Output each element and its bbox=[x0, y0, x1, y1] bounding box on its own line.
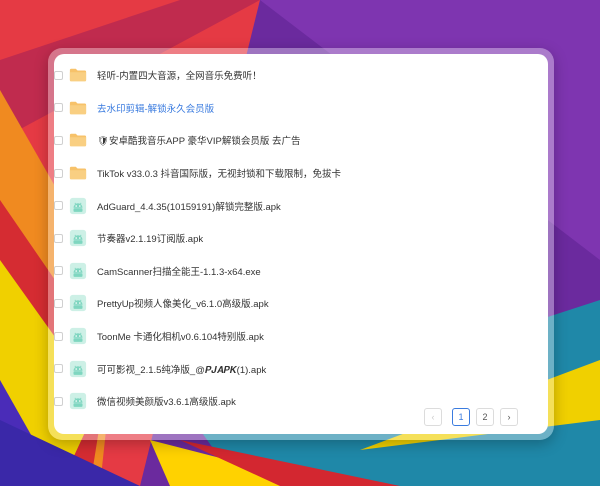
android-apk-icon bbox=[69, 295, 87, 312]
android-apk-icon bbox=[69, 197, 87, 214]
file-row[interactable]: AdGuard_4.4.35(10159191)解锁完整版.apk bbox=[54, 189, 548, 222]
android-apk-icon bbox=[69, 360, 87, 377]
folder-icon bbox=[69, 101, 87, 115]
file-name[interactable]: 节奏器v2.1.19订阅版.apk bbox=[97, 231, 203, 245]
file-row[interactable]: 轻听-内置四大音源，全网音乐免费听！ bbox=[54, 59, 548, 92]
row-checkbox[interactable] bbox=[54, 103, 63, 113]
file-list: 轻听-内置四大音源，全网音乐免费听！ 去水印剪辑-解锁永久会员版 🛡安卓酷我音乐AP… bbox=[54, 59, 548, 418]
row-checkbox[interactable] bbox=[54, 396, 63, 406]
file-name[interactable]: TikTok v33.0.3 抖音国际版，无视封锁和下载限制，免拔卡 bbox=[97, 166, 341, 180]
folder-icon bbox=[69, 166, 87, 180]
file-name[interactable]: ToonMe 卡通化相机v0.6.104特别版.apk bbox=[97, 329, 264, 343]
row-checkbox[interactable] bbox=[54, 135, 63, 145]
file-row[interactable]: CamScanner扫描全能王-1.1.3-x64.exe bbox=[54, 255, 548, 288]
row-checkbox[interactable] bbox=[54, 266, 63, 276]
android-apk-icon bbox=[69, 393, 87, 410]
row-checkbox[interactable] bbox=[54, 168, 63, 178]
pagination: ‹ 1 2 › bbox=[424, 408, 548, 428]
page-2-button[interactable]: 2 bbox=[476, 408, 494, 426]
row-checkbox[interactable] bbox=[54, 364, 63, 374]
file-name[interactable]: PrettyUp视频人像美化_v6.1.0高级版.apk bbox=[97, 296, 269, 310]
file-name[interactable]: 去水印剪辑-解锁永久会员版 bbox=[97, 101, 214, 115]
page-1-button[interactable]: 1 bbox=[452, 408, 470, 426]
android-apk-icon bbox=[69, 327, 87, 345]
file-row[interactable]: 去水印剪辑-解锁永久会员版 bbox=[54, 92, 548, 125]
file-list-panel: 轻听-内置四大音源，全网音乐免费听！ 去水印剪辑-解锁永久会员版 🛡安卓酷我音乐AP… bbox=[54, 54, 548, 434]
row-checkbox[interactable] bbox=[54, 233, 63, 243]
android-apk-icon bbox=[69, 230, 87, 247]
row-checkbox[interactable] bbox=[54, 298, 63, 308]
file-row[interactable]: 可可影视_2.1.5纯净版_@𝑷𝑱𝑨𝑷𝑲(1).apk bbox=[54, 352, 548, 385]
file-row[interactable]: TikTok v33.0.3 抖音国际版，无视封锁和下载限制，免拔卡 bbox=[54, 157, 548, 190]
row-checkbox[interactable] bbox=[54, 331, 63, 341]
file-row[interactable]: 🛡安卓酷我音乐APP 豪华VIP解锁会员版 去广告 bbox=[54, 124, 548, 157]
folder-icon bbox=[69, 68, 87, 82]
android-apk-icon bbox=[69, 262, 87, 279]
folder-icon bbox=[69, 134, 87, 147]
file-row[interactable]: 节奏器v2.1.19订阅版.apk bbox=[54, 222, 548, 255]
next-page-button[interactable]: › bbox=[500, 408, 518, 426]
row-checkbox[interactable] bbox=[54, 201, 63, 211]
file-row[interactable]: ToonMe 卡通化相机v0.6.104特别版.apk bbox=[54, 320, 548, 353]
row-checkbox[interactable] bbox=[54, 70, 63, 80]
file-name[interactable]: CamScanner扫描全能王-1.1.3-x64.exe bbox=[97, 264, 261, 278]
file-name[interactable]: 微信视频美颜版v3.6.1高级版.apk bbox=[97, 394, 236, 408]
file-row[interactable]: PrettyUp视频人像美化_v6.1.0高级版.apk bbox=[54, 287, 548, 320]
file-name[interactable]: 轻听-内置四大音源，全网音乐免费听！ bbox=[97, 68, 262, 82]
file-name[interactable]: 🛡安卓酷我音乐APP 豪华VIP解锁会员版 去广告 bbox=[97, 133, 301, 147]
prev-page-button[interactable]: ‹ bbox=[424, 408, 442, 426]
file-name[interactable]: AdGuard_4.4.35(10159191)解锁完整版.apk bbox=[97, 199, 281, 213]
file-name[interactable]: 可可影视_2.1.5纯净版_@𝑷𝑱𝑨𝑷𝑲(1).apk bbox=[97, 362, 266, 376]
